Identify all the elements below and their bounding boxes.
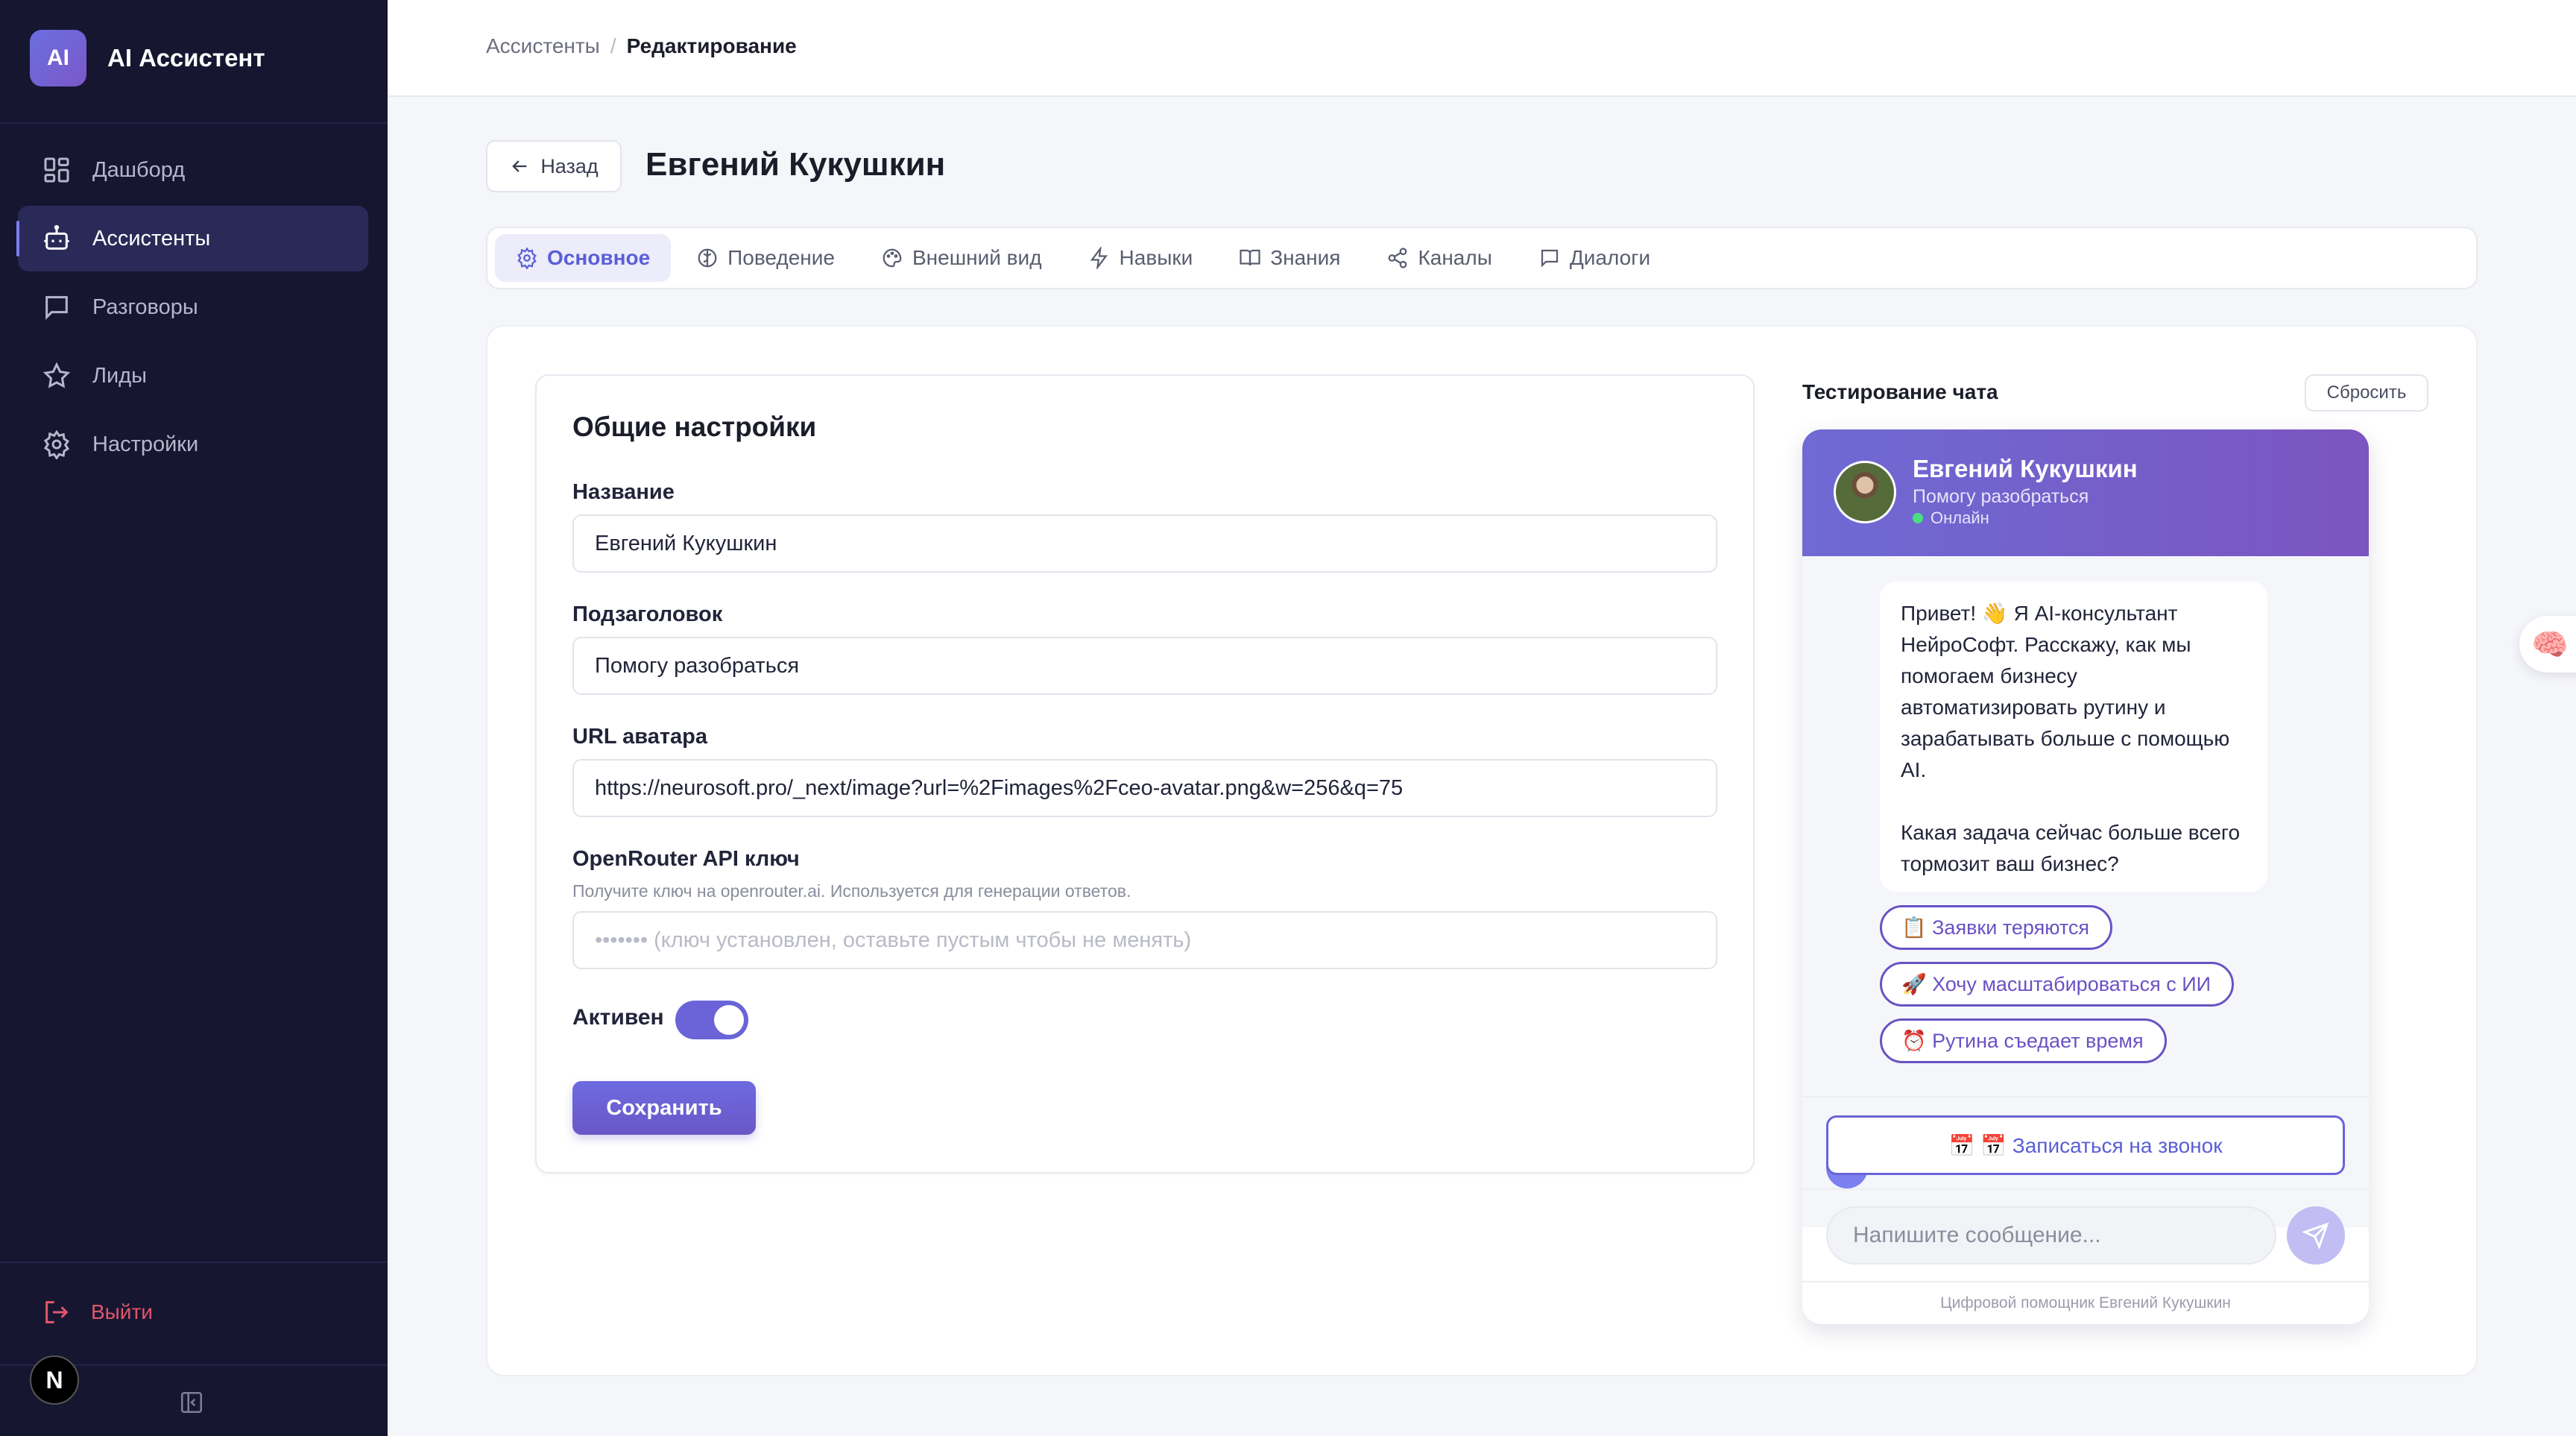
name-input[interactable]: Евгений Кукушкин [572,514,1717,573]
app-logo: AI [30,30,86,86]
subtitle-label: Подзаголовок [572,602,723,626]
sidebar: AI AI Ассистент Дашборд Ассистенты Разго… [0,0,388,1436]
sidebar-item-label: Настройки [92,432,199,456]
sidebar-item-label: Дашборд [92,157,186,182]
message-icon [1541,249,1558,268]
tab-general[interactable]: Основное [495,234,672,282]
logout-label: Выйти [91,1300,153,1323]
tab-label: Поведение [727,246,835,269]
chat-header: Евгений Кукушкин Помогу разобраться Онла… [1802,429,2369,556]
sidebar-item-conversations[interactable]: Разговоры [18,274,368,340]
gear-icon [43,429,70,459]
sidebar-item-label: Лиды [92,363,147,388]
sidebar-item-settings[interactable]: Настройки [18,412,368,477]
brand[interactable]: AI AI Ассистент [30,30,265,86]
lightning-icon [1090,247,1108,269]
floating-brain-button[interactable]: 🧠 [2519,616,2576,673]
sidebar-item-assistants[interactable]: Ассистенты [16,206,368,271]
message-input[interactable]: Напишите сообщение... [1826,1206,2276,1265]
api-key-label: OpenRouter API ключ [572,847,800,871]
breadcrumb-parent[interactable]: Ассистенты [486,34,600,58]
sidebar-divider [0,1262,388,1263]
dev-badge[interactable]: N [30,1355,79,1405]
api-key-hint: Получите ключ на openrouter.ai. Использу… [572,881,1131,901]
tab-dialogs[interactable]: Диалоги [1518,234,1671,282]
quick-reply[interactable]: 📋 Заявки теряются [1880,905,2113,950]
app-name: AI Ассистент [107,44,265,72]
chat-divider [1802,1096,2369,1098]
collapse-sidebar-icon[interactable] [179,1390,204,1415]
bot-status: Онлайн [1913,508,1989,528]
chat-icon [45,296,68,320]
bot-subtitle: Помогу разобраться [1913,486,2089,507]
share-icon [1389,248,1407,268]
name-label: Название [572,480,675,504]
message-text: Какая задача сейчас больше всего тормози… [1901,821,2241,875]
robot-icon [44,224,69,250]
tab-skills[interactable]: Навыки [1067,234,1214,282]
brain-icon: 🧠 [2531,628,2569,661]
quick-reply[interactable]: 🚀 Хочу масштабироваться с ИИ [1880,962,2235,1007]
online-dot-icon [1913,513,1923,523]
sidebar-item-leads[interactable]: Лиды [18,343,368,409]
tab-behavior[interactable]: Поведение [675,234,856,282]
settings-title: Общие настройки [572,412,817,442]
save-button[interactable]: Сохранить [572,1081,756,1135]
tab-knowledge[interactable]: Знания [1218,234,1361,282]
tab-channels[interactable]: Каналы [1366,234,1512,282]
logout-button[interactable]: Выйти [42,1297,153,1327]
sidebar-divider [0,122,388,124]
back-button[interactable]: Назад [486,140,622,192]
arrow-left-icon [512,160,527,172]
back-label: Назад [540,154,599,177]
api-key-input[interactable]: ••••••• (ключ установлен, оставьте пусты… [572,911,1717,969]
sidebar-item-dashboard[interactable]: Дашборд [18,137,368,203]
tab-label: Навыки [1119,246,1193,269]
message-text: Привет! 👋 Я AI-консультант НейроСофт. Ра… [1901,602,2230,781]
tab-label: Внешний вид [912,246,1042,269]
dashboard-icon [44,157,69,183]
chat-test-title: Тестирование чата [1802,380,1998,403]
logout-icon [45,1301,69,1323]
avatar-url-label: URL аватара [572,725,708,749]
chat-footer: Цифровой помощник Евгений Кукушкин [1940,1294,2231,1311]
gear-icon [517,247,537,269]
tab-appearance[interactable]: Внешний вид [860,234,1063,282]
chat-divider [1802,1281,2369,1282]
star-icon [42,362,71,388]
subtitle-input[interactable]: Помогу разобраться [572,637,1717,695]
tabs: Основное Поведение Внешний вид Навыки Зн… [486,227,2478,289]
reset-button[interactable]: Сбросить [2305,374,2428,412]
status-text: Онлайн [1931,508,1989,527]
quick-reply[interactable]: ⏰ Рутина съедает время [1880,1018,2167,1063]
palette-icon [883,248,902,268]
book-call-button[interactable]: 📅 📅 Записаться на звонок [1826,1115,2345,1175]
sidebar-nav: Дашборд Ассистенты Разговоры Лиды Настро… [16,137,368,480]
tab-label: Каналы [1418,246,1492,269]
sidebar-item-label: Разговоры [92,295,198,319]
brain-icon [698,248,717,268]
breadcrumb-current: Редактирование [626,34,797,57]
avatar-url-input[interactable]: https://neurosoft.pro/_next/image?url=%2… [572,759,1717,817]
toggle-knob [714,1005,744,1035]
breadcrumb: Ассистенты / Редактирование [486,34,797,58]
bot-message: Привет! 👋 Я AI-консультант НейроСофт. Ра… [1880,582,2267,892]
bot-name: Евгений Кукушкин [1913,455,2138,482]
header: Ассистенты / Редактирование [388,0,2576,97]
sidebar-item-label: Ассистенты [92,226,211,251]
page-title: Евгений Кукушкин [645,146,946,183]
breadcrumb-separator: / [610,34,616,57]
tab-label: Знания [1270,246,1341,269]
tab-label: Основное [547,246,651,269]
active-toggle[interactable] [675,1001,748,1039]
book-icon [1240,249,1260,266]
chat-divider [1802,1188,2369,1190]
tab-label: Диалоги [1569,246,1651,269]
send-button[interactable] [2287,1206,2345,1265]
bot-avatar [1834,461,1896,523]
active-label: Активен [572,1005,664,1030]
send-icon [2302,1222,2329,1249]
